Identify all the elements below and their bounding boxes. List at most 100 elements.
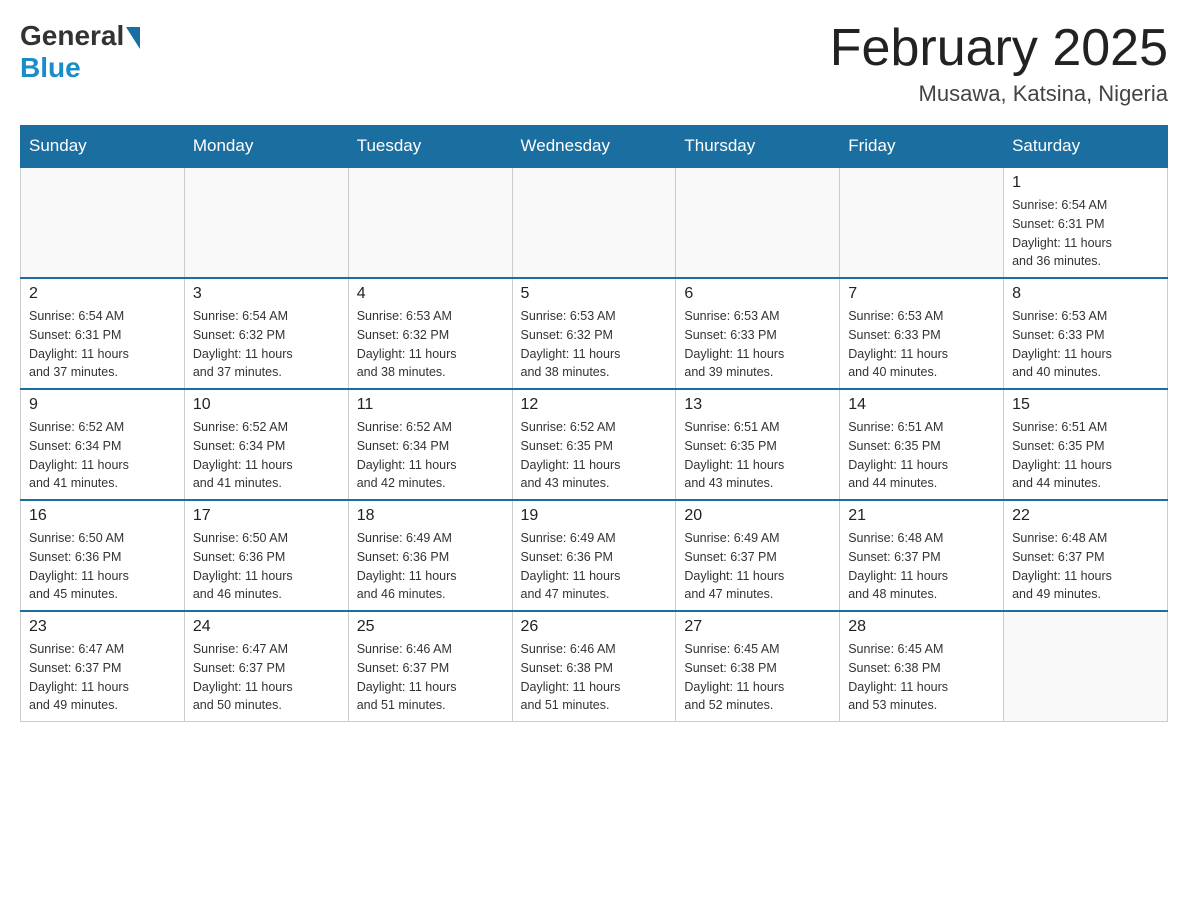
day-info: Sunrise: 6:48 AMSunset: 6:37 PMDaylight:… bbox=[1012, 529, 1159, 604]
day-number: 19 bbox=[521, 507, 668, 525]
calendar-cell: 26 Sunrise: 6:46 AMSunset: 6:38 PMDayligh… bbox=[512, 611, 676, 722]
day-info: Sunrise: 6:53 AMSunset: 6:33 PMDaylight:… bbox=[1012, 307, 1159, 382]
day-info: Sunrise: 6:53 AMSunset: 6:32 PMDaylight:… bbox=[521, 307, 668, 382]
day-info: Sunrise: 6:49 AMSunset: 6:36 PMDaylight:… bbox=[357, 529, 504, 604]
day-number: 17 bbox=[193, 507, 340, 525]
day-info: Sunrise: 6:50 AMSunset: 6:36 PMDaylight:… bbox=[193, 529, 340, 604]
day-number: 9 bbox=[29, 396, 176, 414]
calendar-cell bbox=[1004, 611, 1168, 722]
col-wednesday: Wednesday bbox=[512, 126, 676, 168]
calendar-cell: 27Sunrise: 6:45 AMSunset: 6:38 PMDayligh… bbox=[676, 611, 840, 722]
day-info: Sunrise: 6:52 AMSunset: 6:34 PMDaylight:… bbox=[193, 418, 340, 493]
logo-blue-text: Blue bbox=[20, 52, 81, 84]
day-info: Sunrise: 6:54 AMSunset: 6:32 PMDaylight:… bbox=[193, 307, 340, 382]
day-info: Sunrise: 6:45 AMSunset: 6:38 PMDaylight:… bbox=[848, 640, 995, 715]
col-monday: Monday bbox=[184, 126, 348, 168]
day-number: 3 bbox=[193, 285, 340, 303]
calendar-table: Sunday Monday Tuesday Wednesday Thursday… bbox=[20, 125, 1168, 722]
day-info: Sunrise: 6:46 AMSunset: 6:38 PMDaylight:… bbox=[521, 640, 668, 715]
calendar-cell: 9 Sunrise: 6:52 AMSunset: 6:34 PMDaylight… bbox=[21, 389, 185, 500]
day-number: 15 bbox=[1012, 396, 1159, 414]
calendar-cell: 1Sunrise: 6:54 AMSunset: 6:31 PMDaylight… bbox=[1004, 167, 1168, 278]
day-number: 11 bbox=[357, 396, 504, 414]
calendar-cell: 5 Sunrise: 6:53 AMSunset: 6:32 PMDaylight… bbox=[512, 278, 676, 389]
day-info: Sunrise: 6:50 AMSunset: 6:36 PMDaylight:… bbox=[29, 529, 176, 604]
day-info: Sunrise: 6:51 AMSunset: 6:35 PMDaylight:… bbox=[848, 418, 995, 493]
day-number: 23 bbox=[29, 618, 176, 636]
calendar-cell bbox=[676, 167, 840, 278]
day-number: 2 bbox=[29, 285, 176, 303]
calendar-subtitle: Musawa, Katsina, Nigeria bbox=[830, 81, 1168, 107]
calendar-cell: 23 Sunrise: 6:47 AMSunset: 6:37 PMDayligh… bbox=[21, 611, 185, 722]
calendar-cell bbox=[512, 167, 676, 278]
day-number: 14 bbox=[848, 396, 995, 414]
day-info: Sunrise: 6:53 AMSunset: 6:33 PMDaylight:… bbox=[848, 307, 995, 382]
col-thursday: Thursday bbox=[676, 126, 840, 168]
day-info: Sunrise: 6:51 AMSunset: 6:35 PMDaylight:… bbox=[684, 418, 831, 493]
calendar-cell: 19Sunrise: 6:49 AMSunset: 6:36 PMDayligh… bbox=[512, 500, 676, 611]
day-number: 8 bbox=[1012, 285, 1159, 303]
day-number: 16 bbox=[29, 507, 176, 525]
week-row: 9 Sunrise: 6:52 AMSunset: 6:34 PMDaylight… bbox=[21, 389, 1168, 500]
calendar-cell: 15 Sunrise: 6:51 AMSunset: 6:35 PMDayligh… bbox=[1004, 389, 1168, 500]
calendar-cell: 2 Sunrise: 6:54 AMSunset: 6:31 PMDaylight… bbox=[21, 278, 185, 389]
week-row: 23 Sunrise: 6:47 AMSunset: 6:37 PMDayligh… bbox=[21, 611, 1168, 722]
calendar-title: February 2025 bbox=[830, 20, 1168, 77]
calendar-cell: 20 Sunrise: 6:49 AMSunset: 6:37 PMDayligh… bbox=[676, 500, 840, 611]
logo: General Blue bbox=[20, 20, 142, 84]
day-info: Sunrise: 6:52 AMSunset: 6:34 PMDaylight:… bbox=[357, 418, 504, 493]
day-number: 18 bbox=[357, 507, 504, 525]
day-number: 12 bbox=[521, 396, 668, 414]
calendar-cell bbox=[348, 167, 512, 278]
calendar-cell: 12 Sunrise: 6:52 AMSunset: 6:35 PMDayligh… bbox=[512, 389, 676, 500]
calendar-cell: 25Sunrise: 6:46 AMSunset: 6:37 PMDayligh… bbox=[348, 611, 512, 722]
week-row: 2 Sunrise: 6:54 AMSunset: 6:31 PMDaylight… bbox=[21, 278, 1168, 389]
calendar-cell: 11 Sunrise: 6:52 AMSunset: 6:34 PMDayligh… bbox=[348, 389, 512, 500]
calendar-cell: 21 Sunrise: 6:48 AMSunset: 6:37 PMDayligh… bbox=[840, 500, 1004, 611]
day-info: Sunrise: 6:47 AMSunset: 6:37 PMDaylight:… bbox=[29, 640, 176, 715]
col-saturday: Saturday bbox=[1004, 126, 1168, 168]
header-row: Sunday Monday Tuesday Wednesday Thursday… bbox=[21, 126, 1168, 168]
calendar-cell: 3 Sunrise: 6:54 AMSunset: 6:32 PMDaylight… bbox=[184, 278, 348, 389]
day-number: 26 bbox=[521, 618, 668, 636]
calendar-cell: 18 Sunrise: 6:49 AMSunset: 6:36 PMDayligh… bbox=[348, 500, 512, 611]
calendar-cell: 7 Sunrise: 6:53 AMSunset: 6:33 PMDaylight… bbox=[840, 278, 1004, 389]
calendar-cell: 14 Sunrise: 6:51 AMSunset: 6:35 PMDayligh… bbox=[840, 389, 1004, 500]
logo-general-text: General bbox=[20, 20, 124, 52]
day-info: Sunrise: 6:48 AMSunset: 6:37 PMDaylight:… bbox=[848, 529, 995, 604]
day-number: 13 bbox=[684, 396, 831, 414]
calendar-cell bbox=[840, 167, 1004, 278]
day-number: 7 bbox=[848, 285, 995, 303]
col-friday: Friday bbox=[840, 126, 1004, 168]
day-info: Sunrise: 6:52 AMSunset: 6:34 PMDaylight:… bbox=[29, 418, 176, 493]
day-number: 25 bbox=[357, 618, 504, 636]
day-number: 27 bbox=[684, 618, 831, 636]
day-number: 1 bbox=[1012, 174, 1159, 192]
calendar-cell bbox=[184, 167, 348, 278]
day-number: 24 bbox=[193, 618, 340, 636]
day-info: Sunrise: 6:54 AMSunset: 6:31 PMDaylight:… bbox=[29, 307, 176, 382]
day-number: 28 bbox=[848, 618, 995, 636]
week-row: 16 Sunrise: 6:50 AMSunset: 6:36 PMDayligh… bbox=[21, 500, 1168, 611]
day-info: Sunrise: 6:49 AMSunset: 6:37 PMDaylight:… bbox=[684, 529, 831, 604]
day-number: 5 bbox=[521, 285, 668, 303]
day-number: 20 bbox=[684, 507, 831, 525]
col-sunday: Sunday bbox=[21, 126, 185, 168]
calendar-cell: 6 Sunrise: 6:53 AMSunset: 6:33 PMDaylight… bbox=[676, 278, 840, 389]
day-number: 6 bbox=[684, 285, 831, 303]
col-tuesday: Tuesday bbox=[348, 126, 512, 168]
day-info: Sunrise: 6:52 AMSunset: 6:35 PMDaylight:… bbox=[521, 418, 668, 493]
day-info: Sunrise: 6:51 AMSunset: 6:35 PMDaylight:… bbox=[1012, 418, 1159, 493]
week-row: 1Sunrise: 6:54 AMSunset: 6:31 PMDaylight… bbox=[21, 167, 1168, 278]
calendar-cell: 8 Sunrise: 6:53 AMSunset: 6:33 PMDaylight… bbox=[1004, 278, 1168, 389]
day-number: 4 bbox=[357, 285, 504, 303]
calendar-cell bbox=[21, 167, 185, 278]
calendar-cell: 28 Sunrise: 6:45 AMSunset: 6:38 PMDayligh… bbox=[840, 611, 1004, 722]
calendar-cell: 17 Sunrise: 6:50 AMSunset: 6:36 PMDayligh… bbox=[184, 500, 348, 611]
day-number: 21 bbox=[848, 507, 995, 525]
calendar-cell: 22 Sunrise: 6:48 AMSunset: 6:37 PMDayligh… bbox=[1004, 500, 1168, 611]
day-number: 10 bbox=[193, 396, 340, 414]
day-info: Sunrise: 6:53 AMSunset: 6:33 PMDaylight:… bbox=[684, 307, 831, 382]
calendar-cell: 4Sunrise: 6:53 AMSunset: 6:32 PMDaylight… bbox=[348, 278, 512, 389]
day-number: 22 bbox=[1012, 507, 1159, 525]
